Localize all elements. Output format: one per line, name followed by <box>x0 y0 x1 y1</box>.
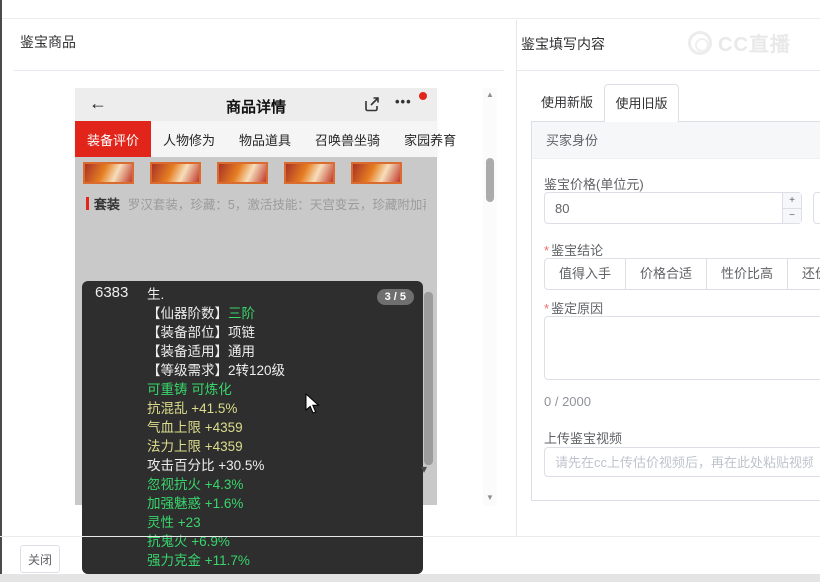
price-spinner: + − <box>782 193 801 223</box>
secondary-input-partial[interactable] <box>813 192 820 224</box>
watermark-text: CC直播 <box>718 34 791 56</box>
char-counter: 0 / 2000 <box>544 394 591 409</box>
window-left-edge <box>0 0 2 582</box>
suit-tag: 套装 <box>93 197 120 211</box>
top-divider <box>2 18 820 19</box>
share-icon[interactable] <box>363 95 381 113</box>
item-stat-line: 法力上限 +4359 <box>147 439 243 454</box>
phone-page-title: 商品详情 <box>225 99 286 116</box>
suit-effect-line: 套装 罗汉套装，珍藏：5，激活技能：天宫变云，珍藏附加再 <box>86 196 426 211</box>
item-stat-line: 灵性 +23 <box>147 515 201 530</box>
left-header-divider <box>14 70 504 71</box>
product-thumbnail[interactable] <box>150 162 201 184</box>
item-stat-line: 气血上限 +4359 <box>147 420 243 435</box>
item-price: 6383 <box>95 284 129 301</box>
tab-use-new-version[interactable]: 使用新版 <box>531 84 603 121</box>
phone-tab[interactable]: 家园养育 <box>392 121 468 157</box>
item-stat-line: 【等级需求】2转120级 <box>147 363 286 378</box>
item-stat-line: 抗鬼火 +6.9% <box>147 534 230 549</box>
notification-badge-dot <box>419 92 427 100</box>
conclusion-option-button[interactable]: 性价比高 <box>706 258 789 290</box>
outer-scrollbar-thumb[interactable] <box>486 158 494 202</box>
buyer-identity-header: 买家身份 <box>532 122 820 159</box>
price-input[interactable] <box>545 193 780 223</box>
reason-textarea[interactable] <box>544 316 820 380</box>
conclusion-option-button[interactable]: 值得入手 <box>544 258 627 290</box>
inner-scrollbar-thumb[interactable] <box>424 292 433 465</box>
column-divider <box>516 20 517 536</box>
conclusion-label: 鉴宝结论 <box>544 240 603 259</box>
more-menu-icon[interactable]: ••• <box>395 94 412 109</box>
form-panel: 买家身份 鉴宝价格(单位元) + − 鉴宝结论 值得入手价格合适性价比高还价可 … <box>531 121 820 501</box>
product-thumbnail-row <box>83 162 402 184</box>
inner-scroll-down-icon[interactable]: ▾ <box>421 462 427 476</box>
conclusion-option-button[interactable]: 还价可 <box>787 258 820 290</box>
watermark-logo-icon <box>688 30 712 55</box>
item-stat-line: 抗混乱 +41.5% <box>147 401 238 416</box>
phone-navbar: ← 商品详情 ••• <box>75 88 437 121</box>
item-stat-lines: 生. 【仙器阶数】三阶 【装备部位】项链 【装备适用】通用【等级需求】2转120级 可重… <box>147 285 285 570</box>
suit-red-bar <box>86 197 89 210</box>
video-url-input[interactable] <box>544 447 820 477</box>
item-stat-line: 【装备适用】通用 <box>147 344 255 359</box>
phone-tab[interactable]: 召唤兽坐骑 <box>303 121 392 157</box>
product-screenshot: ← 商品详情 ••• 装备评价 人物修为 物品道具 召唤兽坐骑 家园养育 套装 罗汉套装… <box>75 88 456 574</box>
video-label: 上传鉴宝视频 <box>544 431 623 446</box>
mouse-cursor <box>305 392 321 418</box>
item-stat-line: 攻击百分比 +30.5% <box>147 458 265 473</box>
product-thumbnail[interactable] <box>217 162 268 184</box>
item-stat-line: 【仙器阶数】三阶 <box>147 306 255 321</box>
product-thumbnail[interactable] <box>284 162 335 184</box>
item-stat-line: 忽视抗火 +4.3% <box>147 477 244 492</box>
item-stat-line: 加强魅惑 +1.6% <box>147 496 244 511</box>
spinner-plus-icon[interactable]: + <box>783 193 801 208</box>
page-indicator-badge: 3 / 5 <box>376 289 414 305</box>
product-thumbnail[interactable] <box>83 162 134 184</box>
outer-scrollbar[interactable]: ▲ ▼ <box>483 88 497 506</box>
right-header-divider <box>517 70 820 71</box>
item-stat-line: 强力克金 +11.7% <box>147 553 250 568</box>
conclusion-option-button[interactable]: 价格合适 <box>625 258 708 290</box>
scroll-up-icon[interactable]: ▲ <box>483 90 497 99</box>
item-stat-line: 可重铸 可炼化 <box>147 382 232 397</box>
spinner-minus-icon[interactable]: − <box>783 207 801 223</box>
watermark: CC直播 <box>688 28 791 57</box>
price-number-input: + − <box>544 192 802 224</box>
phone-tab[interactable]: 物品道具 <box>227 121 303 157</box>
price-label: 鉴宝价格(单位元) <box>544 177 644 192</box>
reason-label: 鉴定原因 <box>544 298 603 317</box>
right-section-title: 鉴宝填写内容 <box>521 36 605 52</box>
item-stats-tooltip: 6383 3 / 5 生. 【仙器阶数】三阶 【装备部位】项链 【装备适用】通用【等级… <box>82 281 423 574</box>
item-stat-line: 生. <box>147 287 165 302</box>
suit-description: 罗汉套装，珍藏：5，激活技能：天宫变云，珍藏附加再 <box>127 198 426 211</box>
phone-content: 套装 罗汉套装，珍藏：5，激活技能：天宫变云，珍藏附加再 6383 3 / 5 … <box>75 157 437 574</box>
bottom-window-strip <box>0 574 820 582</box>
tab-use-old-version[interactable]: 使用旧版 <box>604 84 679 122</box>
phone-tab[interactable]: 装备评价 <box>75 121 152 157</box>
footer-divider <box>0 536 820 537</box>
product-thumbnail[interactable] <box>351 162 402 184</box>
scroll-down-icon[interactable]: ▼ <box>483 493 497 502</box>
phone-tab[interactable]: 人物修为 <box>151 121 227 157</box>
left-section-title: 鉴宝商品 <box>20 34 76 50</box>
phone-tab-bar: 装备评价 人物修为 物品道具 召唤兽坐骑 家园养育 <box>75 121 456 157</box>
close-button[interactable]: 关闭 <box>20 545 60 573</box>
item-stat-line: 【装备部位】项链 <box>147 325 255 340</box>
conclusion-button-group: 值得入手价格合适性价比高还价可 <box>544 258 820 290</box>
